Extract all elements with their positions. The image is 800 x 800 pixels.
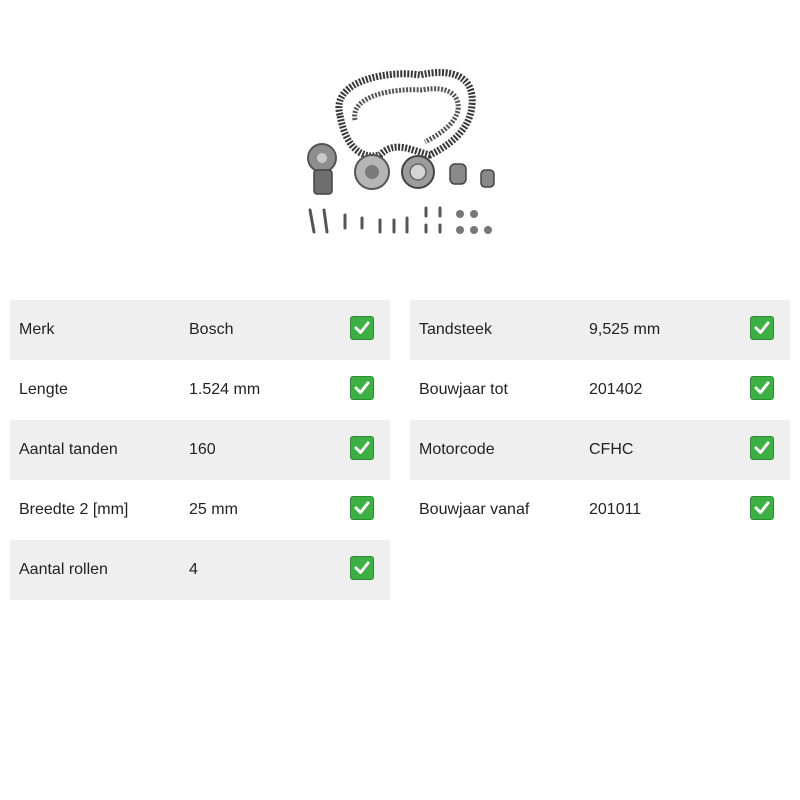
spec-value-aantal-rollen: 4 [189, 561, 198, 578]
timing-belt-kit-image [307, 69, 495, 234]
check-icon [750, 436, 774, 460]
check-icon [350, 376, 374, 400]
spec-row: Breedte 2 [mm] 25 mm [10, 480, 390, 540]
check-icon [350, 496, 374, 520]
spec-value-aantal-tanden: 160 [189, 441, 216, 458]
product-image [300, 60, 500, 240]
spec-row: Motorcode CFHC [410, 420, 790, 480]
spec-label-bouwjaar-vanaf: Bouwjaar vanaf [419, 501, 530, 518]
spec-table-left: Merk Bosch Lengte 1.524 mm Aantal tanden… [10, 300, 390, 600]
check-icon [350, 316, 374, 340]
spec-label-breedte: Breedte 2 [mm] [19, 501, 129, 518]
check-icon [750, 496, 774, 520]
spec-row: Aantal tanden 160 [10, 420, 390, 480]
spec-value-merk: Bosch [189, 321, 234, 338]
spec-value-lengte: 1.524 mm [189, 381, 261, 398]
spec-label-merk: Merk [19, 321, 55, 338]
spec-row: Bouwjaar vanaf 201011 [410, 480, 790, 540]
check-icon [350, 556, 374, 580]
spec-value-breedte: 25 mm [189, 501, 238, 518]
spec-value-tandsteek: 9,525 mm [589, 321, 661, 338]
spec-value-bouwjaar-vanaf: 201011 [589, 501, 642, 518]
spec-row: Lengte 1.524 mm [10, 360, 390, 420]
spec-label-motorcode: Motorcode [419, 441, 495, 458]
spec-label-tandsteek: Tandsteek [419, 321, 492, 338]
spec-value-motorcode: CFHC [589, 441, 634, 458]
spec-value-bouwjaar-tot: 201402 [589, 381, 643, 398]
spec-row: Bouwjaar tot 201402 [410, 360, 790, 420]
spec-row: Tandsteek 9,525 mm [410, 300, 790, 360]
check-icon [750, 376, 774, 400]
spec-row: Merk Bosch [10, 300, 390, 360]
spec-label-bouwjaar-tot: Bouwjaar tot [419, 381, 508, 398]
spec-label-aantal-tanden: Aantal tanden [19, 441, 118, 458]
check-icon [350, 436, 374, 460]
check-icon [750, 316, 774, 340]
spec-row: Aantal rollen 4 [10, 540, 390, 600]
spec-label-lengte: Lengte [19, 381, 68, 398]
spec-label-aantal-rollen: Aantal rollen [19, 561, 108, 578]
spec-table-right: Tandsteek 9,525 mm Bouwjaar tot 201402 M… [410, 300, 790, 540]
